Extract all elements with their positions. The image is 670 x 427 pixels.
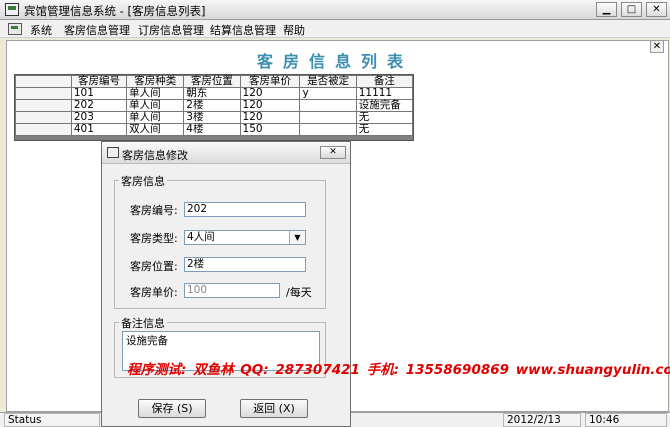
column-header[interactable]: 客房种类	[126, 75, 185, 88]
room-type-label: 客房类型:	[130, 232, 178, 245]
table-cell[interactable]: 203	[70, 111, 128, 124]
mdi-child-icon[interactable]	[8, 23, 22, 35]
row-header[interactable]	[15, 123, 72, 136]
status-text: Status	[4, 413, 100, 427]
dialog-icon	[107, 147, 119, 158]
table-cell[interactable]: 120	[239, 99, 301, 112]
status-time: 10:46	[585, 413, 667, 427]
room-no-label: 客房编号:	[130, 204, 178, 217]
list-heading: 客房信息列表	[256, 52, 413, 71]
room-type-select[interactable]: 4人间	[184, 230, 306, 245]
room-price-input[interactable]: 100	[184, 283, 280, 298]
author-watermark: 程序测试: 双鱼林 QQ: 287307421 手机: 13558690869 …	[127, 362, 670, 378]
menu-booking-info[interactable]: 订房信息管理	[138, 22, 204, 38]
table-cell[interactable]	[299, 123, 357, 136]
table-cell[interactable]: 120	[239, 87, 301, 100]
table-row[interactable]: 401 双人间 4楼 150 无	[15, 123, 414, 136]
table-cell[interactable]: 双人间	[126, 123, 185, 136]
menu-checkout-info[interactable]: 结算信息管理	[210, 22, 276, 38]
window-title: 宾馆管理信息系统 - [客房信息列表]	[24, 4, 206, 18]
table-cell[interactable]: 朝东	[183, 87, 241, 100]
table-cell[interactable]: 设施完备	[355, 99, 414, 112]
table-cell[interactable]: 11111	[355, 87, 414, 100]
room-table[interactable]: 客房编号 客房种类 客房位置 客房单价 是否被定 备注 101 单人间 朝东 1…	[15, 75, 414, 136]
table-cell[interactable]: 3楼	[183, 111, 241, 124]
table-cell[interactable]	[299, 99, 357, 112]
row-header[interactable]	[15, 87, 72, 100]
maximize-button[interactable]: □	[621, 2, 642, 17]
row-header-corner	[15, 75, 72, 88]
column-header[interactable]: 是否被定	[299, 75, 357, 88]
table-cell[interactable]: 101	[70, 87, 128, 100]
table-cell[interactable]: 无	[355, 111, 414, 124]
status-date: 2012/2/13	[503, 413, 581, 427]
table-cell[interactable]: 401	[70, 123, 128, 136]
minimize-button[interactable]: ▁	[596, 2, 617, 17]
room-grid[interactable]: 客房编号 客房种类 客房位置 客房单价 是否被定 备注 101 单人间 朝东 1…	[14, 74, 414, 141]
back-button[interactable]: 返回 (X)	[240, 399, 308, 418]
column-header[interactable]: 客房单价	[239, 75, 301, 88]
table-cell[interactable]	[299, 111, 357, 124]
room-info-group-label: 客房信息	[119, 173, 167, 189]
room-no-input[interactable]: 202	[184, 202, 306, 217]
save-button[interactable]: 保存 (S)	[138, 399, 206, 418]
price-unit-label: /每天	[286, 286, 312, 299]
close-button[interactable]: ✕	[646, 2, 667, 17]
row-header[interactable]	[15, 99, 72, 112]
room-position-label: 客房位置:	[130, 260, 178, 273]
chevron-down-icon[interactable]: ▼	[289, 231, 305, 244]
table-cell[interactable]: 150	[239, 123, 301, 136]
table-header-row: 客房编号 客房种类 客房位置 客房单价 是否被定 备注	[15, 75, 414, 88]
table-row[interactable]: 202 单人间 2楼 120 设施完备	[15, 99, 414, 112]
column-header[interactable]: 客房位置	[183, 75, 241, 88]
table-cell[interactable]: 4楼	[183, 123, 241, 136]
menu-system[interactable]: 系统	[30, 22, 52, 38]
menu-help[interactable]: 帮助	[283, 22, 305, 38]
table-row[interactable]: 101 单人间 朝东 120 y 11111	[15, 87, 414, 100]
table-cell[interactable]: 单人间	[126, 111, 185, 124]
remark-group-label: 备注信息	[119, 315, 167, 331]
table-cell[interactable]: 120	[239, 111, 301, 124]
menu-room-info[interactable]: 客房信息管理	[64, 22, 130, 38]
table-cell[interactable]: 202	[70, 99, 128, 112]
app-icon	[5, 3, 19, 16]
table-row[interactable]: 203 单人间 3楼 120 无	[15, 111, 414, 124]
dialog-close-button[interactable]: ✕	[320, 146, 346, 159]
dialog-title: 客房信息修改	[122, 149, 188, 162]
room-position-input[interactable]: 2楼	[184, 257, 306, 272]
table-cell[interactable]: 2楼	[183, 99, 241, 112]
table-cell[interactable]: 单人间	[126, 99, 185, 112]
table-cell[interactable]: 单人间	[126, 87, 185, 100]
column-header[interactable]: 备注	[355, 75, 414, 88]
table-cell[interactable]: y	[299, 87, 357, 100]
row-header[interactable]	[15, 111, 72, 124]
column-header[interactable]: 客房编号	[70, 75, 128, 88]
room-price-label: 客房单价:	[130, 286, 178, 299]
table-cell[interactable]: 无	[355, 123, 414, 136]
